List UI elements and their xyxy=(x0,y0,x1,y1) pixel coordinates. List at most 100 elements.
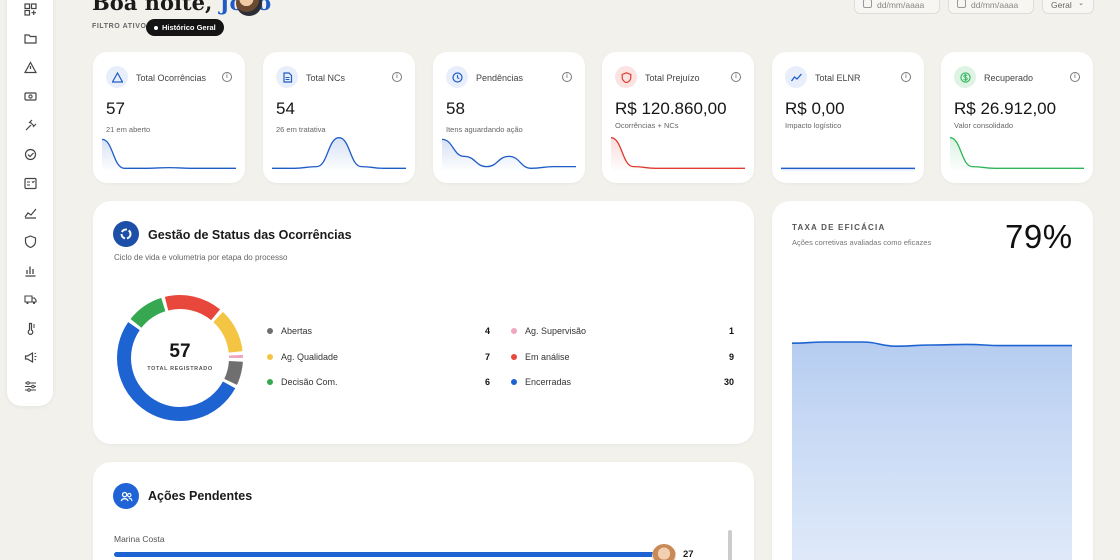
efficacy-subtitle: Ações corretivas avaliadas como eficazes xyxy=(792,238,932,247)
kpi-subtitle: Valor consolidado xyxy=(954,121,1014,130)
donut-slice[interactable] xyxy=(130,297,166,328)
status-panel-subtitle: Ciclo de vida e volumetria por etapa do … xyxy=(114,253,288,262)
check-circle-icon[interactable] xyxy=(22,146,38,162)
money-icon[interactable] xyxy=(22,88,38,104)
kpi-card[interactable]: Total Prejuízo i R$ 120.860,00 Ocorrências … xyxy=(602,52,754,183)
status-panel-title: Gestão de Status das Ocorrências xyxy=(148,228,352,242)
date-to-field[interactable]: dd/mm/aaaa xyxy=(948,0,1034,14)
truck-icon[interactable] xyxy=(22,291,38,307)
donut-slice[interactable] xyxy=(224,360,243,385)
sparkline-line xyxy=(950,137,1084,169)
legend-value: 1 xyxy=(728,326,734,336)
kpi-card[interactable]: Recuperado i R$ 26.912,00 Valor consolidado xyxy=(941,52,1093,183)
efficacy-area xyxy=(792,342,1072,560)
kpi-title: Total Ocorrências xyxy=(136,73,207,83)
sidebar xyxy=(7,0,53,406)
donut-slice[interactable] xyxy=(213,311,243,353)
kpi-sparkline xyxy=(102,138,236,172)
legend-item: Abertas xyxy=(267,326,312,336)
document-icon xyxy=(276,66,298,88)
kpi-card[interactable]: Total NCs i 54 26 em tratativa xyxy=(263,52,415,183)
legend-label: Ag. Supervisão xyxy=(525,326,587,336)
folder-icon[interactable] xyxy=(22,30,38,46)
legend-value: 4 xyxy=(484,326,490,336)
calendar-icon xyxy=(863,0,872,8)
date-to-placeholder: dd/mm/aaaa xyxy=(971,0,1019,10)
kpi-sparkline xyxy=(950,137,1084,172)
scope-select-value: Geral xyxy=(1051,0,1072,10)
legend-dot xyxy=(511,378,517,385)
legend-value: 7 xyxy=(484,352,490,362)
info-icon[interactable]: i xyxy=(222,72,232,82)
kpi-value: R$ 26.912,00 xyxy=(954,99,1057,118)
efficacy-area-chart xyxy=(792,341,1072,560)
kpi-subtitle: 26 em tratativa xyxy=(276,125,326,134)
kpi-subtitle: 21 em aberto xyxy=(106,125,151,134)
sliders-icon[interactable] xyxy=(22,378,38,394)
kpi-sparkline xyxy=(442,138,576,172)
legend-item: Ag. Supervisão xyxy=(511,326,586,336)
checklist-icon[interactable] xyxy=(22,175,38,191)
info-icon[interactable]: i xyxy=(731,72,741,82)
legend-label: Em análise xyxy=(525,352,570,362)
action-owner-name: Marina Costa xyxy=(114,534,165,544)
megaphone-icon[interactable] xyxy=(22,349,38,365)
kpi-value: 54 xyxy=(276,99,295,118)
legend-item: Encerradas xyxy=(511,377,571,387)
actions-panel-title: Ações Pendentes xyxy=(148,489,253,503)
thermometer-icon[interactable] xyxy=(22,320,38,336)
info-icon[interactable]: i xyxy=(1070,72,1080,82)
trend-chart-icon[interactable] xyxy=(22,204,38,220)
legend-value: 9 xyxy=(728,352,734,362)
legend-value: 30 xyxy=(723,377,734,387)
action-count: 27 xyxy=(683,549,694,560)
shield-icon[interactable] xyxy=(22,233,38,249)
kpi-card[interactable]: Total ELNR i R$ 0,00 Impacto logístico xyxy=(772,52,924,183)
legend-dot xyxy=(511,327,517,334)
legend-item: Ag. Qualidade xyxy=(267,352,338,362)
scrollbar[interactable] xyxy=(728,530,732,560)
status-cycle-icon xyxy=(113,221,139,247)
gavel-icon[interactable] xyxy=(22,117,38,133)
actions-panel xyxy=(93,462,754,560)
sparkline-area xyxy=(272,137,406,172)
chevron-down-icon: ⌄ xyxy=(1078,0,1084,7)
active-filter-badge[interactable]: Histórico Geral xyxy=(146,19,224,36)
alert-triangle-icon xyxy=(106,66,128,88)
legend-label: Encerradas xyxy=(525,377,572,387)
trend-icon xyxy=(785,66,807,88)
legend-item: Em análise xyxy=(511,352,570,362)
alert-triangle-icon[interactable] xyxy=(22,59,38,75)
info-icon[interactable]: i xyxy=(901,72,911,82)
legend-value: 6 xyxy=(484,377,490,387)
info-icon[interactable]: i xyxy=(392,72,402,82)
bar-chart-icon[interactable] xyxy=(22,262,38,278)
kpi-sparkline xyxy=(781,167,915,172)
efficacy-percent: 79% xyxy=(1005,218,1073,255)
kpi-title: Total NCs xyxy=(306,73,346,83)
legend-dot xyxy=(267,378,273,385)
legend-dot xyxy=(267,327,273,334)
legend-label: Ag. Qualidade xyxy=(281,352,339,362)
kpi-value: R$ 0,00 xyxy=(785,99,845,118)
legend-label: Decisão Com. xyxy=(281,377,338,387)
scope-select[interactable]: Geral ⌄ xyxy=(1042,0,1094,14)
users-icon xyxy=(113,483,139,509)
info-icon[interactable]: i xyxy=(562,72,572,82)
kpi-sparkline xyxy=(272,137,406,172)
kpi-card[interactable]: Pendências i 58 Itens aguardando ação xyxy=(433,52,585,183)
kpi-value: 57 xyxy=(106,99,125,118)
donut-total: 57 xyxy=(169,341,191,362)
kpi-subtitle: Impacto logístico xyxy=(785,121,842,130)
kpi-subtitle: Itens aguardando ação xyxy=(446,125,523,134)
donut-slice[interactable] xyxy=(164,295,221,321)
efficacy-title: TAXA DE EFICÁCIA xyxy=(792,223,886,232)
legend-dot xyxy=(511,353,517,360)
kpi-card[interactable]: Total Ocorrências i 57 21 em aberto xyxy=(93,52,245,183)
sparkline-line xyxy=(102,138,236,169)
dashboard-icon[interactable] xyxy=(22,1,38,17)
kpi-value: R$ 120.860,00 xyxy=(615,99,727,118)
date-from-field[interactable]: dd/mm/aaaa xyxy=(854,0,940,14)
kpi-title: Pendências xyxy=(476,73,524,83)
kpi-subtitle: Ocorrências + NCs xyxy=(615,121,679,130)
